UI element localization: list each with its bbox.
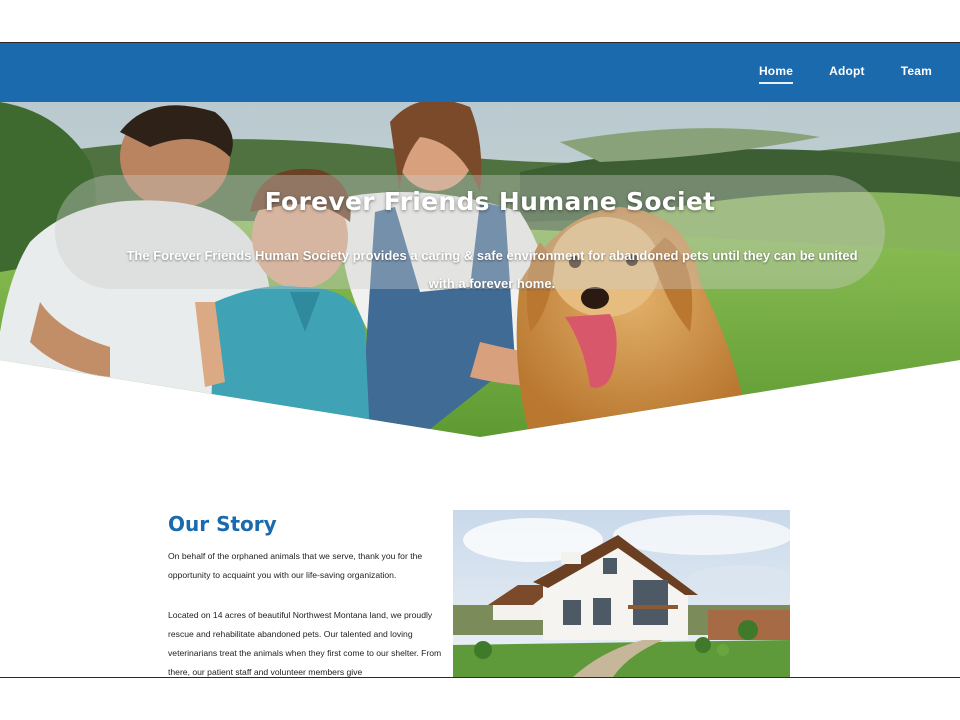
story-title: Our Story (168, 512, 277, 536)
hero-subtitle: The Forever Friends Human Society provid… (126, 248, 858, 291)
hero-section: Forever Friends Humane Societ The Foreve… (0, 102, 960, 437)
navbar: Home Adopt Team (0, 43, 960, 102)
nav-home-link[interactable]: Home (758, 64, 794, 84)
story-house-image (453, 510, 790, 677)
hero-title: Forever Friends Humane Societ (264, 186, 716, 216)
nav-links: Home Adopt Team (758, 43, 932, 102)
nav-team-link[interactable]: Team (901, 64, 932, 82)
bottom-border (0, 677, 960, 678)
story-paragraph-2: Located on 14 acres of beautiful Northwe… (168, 610, 442, 677)
nav-adopt-link[interactable]: Adopt (829, 64, 865, 82)
story-paragraph-1: On behalf of the orphaned animals that w… (168, 551, 423, 580)
